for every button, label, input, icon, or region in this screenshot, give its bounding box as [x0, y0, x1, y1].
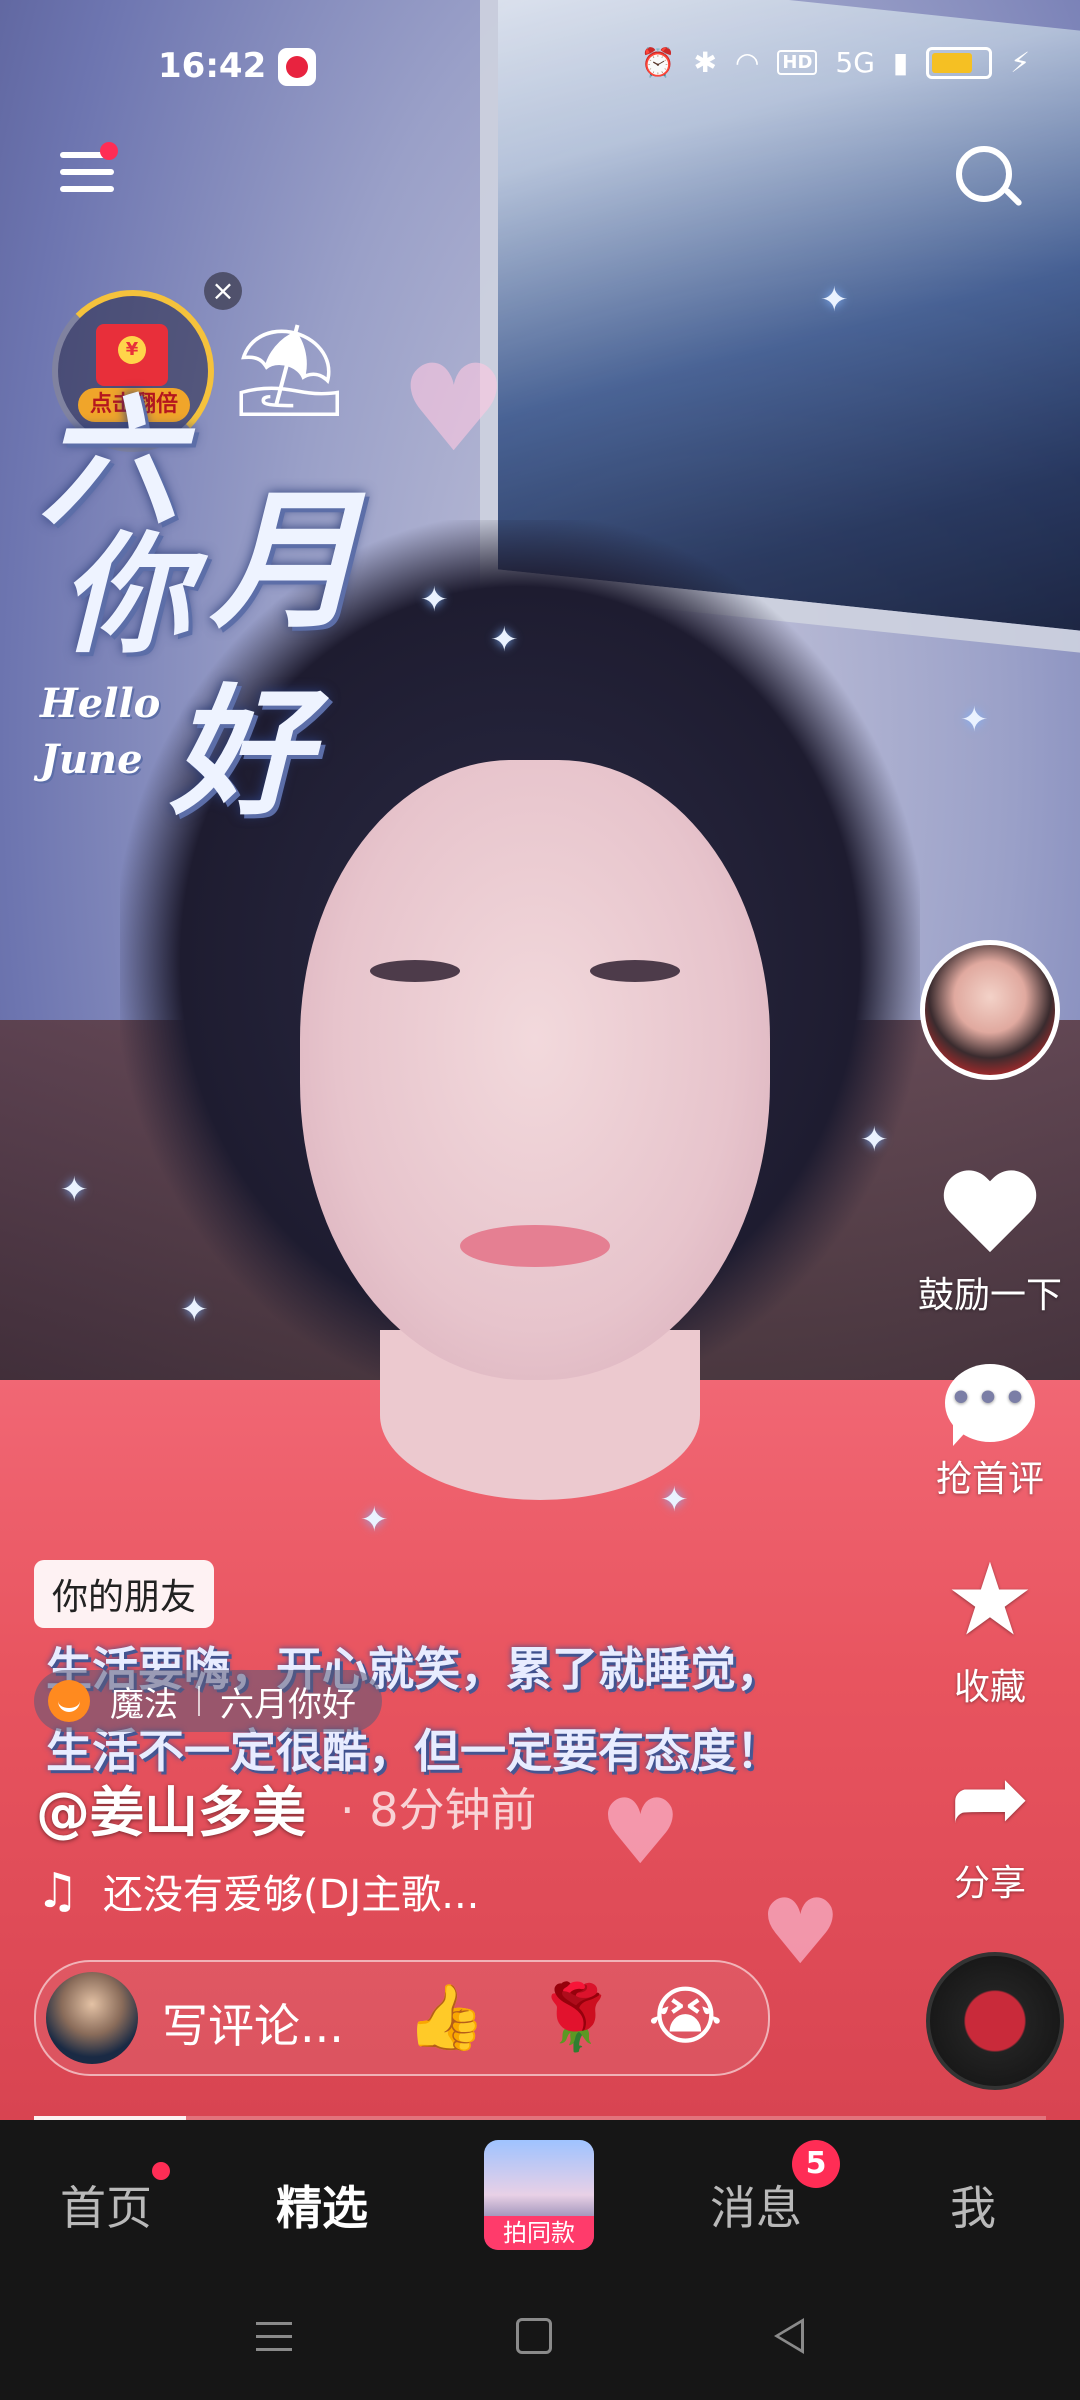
sparkle-effect: ✦	[360, 1500, 389, 1540]
alarm-icon: ⏰	[640, 46, 676, 79]
favorite-button[interactable]: ★ 收藏	[890, 1550, 1080, 1710]
home-notification-dot	[152, 2162, 170, 2180]
screen-record-icon	[278, 48, 316, 86]
comment-icon	[945, 1364, 1035, 1446]
video-subject-eye	[370, 960, 460, 982]
wifi-icon: ◠	[734, 46, 760, 79]
recents-icon[interactable]	[256, 2322, 292, 2352]
effect-name: 六月你好	[220, 1684, 356, 1725]
magic-label: 魔法	[110, 1684, 178, 1725]
star-icon: ★	[945, 1541, 1035, 1658]
sparkle-effect: ✦	[820, 280, 849, 320]
umbrella-icon: ⛱	[232, 318, 347, 423]
status-time: 16:42	[158, 46, 267, 86]
sparkle-effect: ✦	[420, 580, 449, 620]
sparkle-effect: ✦	[960, 700, 989, 740]
sparkle-effect: ✦	[860, 1120, 889, 1160]
like-label: 鼓励一下	[917, 1275, 1062, 1316]
chip-divider	[198, 1686, 200, 1716]
tab-messages[interactable]: 消息	[710, 2172, 802, 2238]
friend-tag: 你的朋友	[34, 1560, 215, 1628]
creator-avatar[interactable]	[920, 940, 1060, 1080]
messages-badge: 5	[792, 2140, 840, 2188]
sparkle-effect: ✦	[60, 1170, 89, 1210]
share-button[interactable]: ➦ 分享	[890, 1750, 1080, 1906]
heart-icon	[942, 1172, 1038, 1258]
tab-featured[interactable]: 精选	[276, 2172, 368, 2238]
home-icon[interactable]	[516, 2318, 552, 2354]
signal-icon: ▮	[892, 46, 909, 79]
favorite-label: 收藏	[953, 1667, 1026, 1708]
magic-icon	[48, 1680, 90, 1722]
heart-decoration: ♥	[400, 340, 508, 479]
battery-icon	[926, 46, 993, 79]
sticker-text-en: June	[40, 736, 143, 783]
sticker-text: 好	[170, 671, 311, 835]
emoji-rose[interactable]: 🌹	[536, 1980, 616, 2055]
sparkle-effect: ✦	[490, 620, 519, 660]
music-title: 还没有爱够(DJ主歌...	[103, 1872, 480, 1918]
comment-input[interactable]: 写评论... 👍 🌹 😭	[34, 1960, 770, 2076]
post-time: · 8分钟前	[340, 1783, 537, 1837]
sparkle-effect: ✦	[660, 1480, 689, 1520]
comment-placeholder: 写评论...	[162, 1999, 344, 2053]
like-button[interactable]: 鼓励一下	[890, 1172, 1080, 1318]
effect-chip[interactable]: 魔法 六月你好	[34, 1670, 382, 1732]
hd-indicator: HD	[777, 50, 818, 75]
video-subject-eye	[590, 960, 680, 982]
create-button[interactable]: 拍同款	[484, 2140, 594, 2250]
video-subject-face	[300, 760, 770, 1380]
music-info[interactable]: ♫ 还没有爱够(DJ主歌...	[36, 1862, 479, 1920]
video-subject-lips	[460, 1225, 610, 1267]
tab-me[interactable]: 我	[950, 2172, 996, 2238]
heart-decoration: ♥	[600, 1780, 681, 1885]
sticker-text: 月	[210, 473, 361, 649]
menu-notification-dot	[100, 142, 118, 160]
tab-home[interactable]: 首页	[60, 2172, 152, 2238]
comment-button[interactable]: 抢首评	[890, 1364, 1080, 1502]
sticker-text-en: Hello	[40, 680, 161, 727]
system-nav-bar	[0, 2270, 1080, 2400]
comment-label: 抢首评	[935, 1459, 1044, 1500]
close-icon[interactable]: ×	[204, 272, 242, 310]
create-label: 拍同款	[484, 2216, 594, 2250]
heart-decoration: ♥	[760, 1880, 841, 1985]
emoji-crying[interactable]: 😭	[648, 1980, 723, 2054]
signal-label: 5G	[835, 46, 875, 79]
author-name[interactable]: @姜山多美	[36, 1768, 306, 1847]
share-label: 分享	[953, 1863, 1026, 1904]
avatar	[46, 1972, 138, 2064]
charging-icon: ⚡	[1010, 46, 1030, 79]
share-icon: ➦	[949, 1742, 1031, 1854]
status-bar: 16:42 ⏰ ✱ ◠ HD 5G ▮ ⚡	[0, 40, 1080, 100]
search-icon[interactable]	[956, 146, 1012, 202]
music-note-icon: ♫	[36, 1863, 80, 1919]
music-disc[interactable]	[926, 1952, 1064, 2090]
emoji-thumbs-up[interactable]: 👍	[406, 1980, 486, 2055]
sparkle-effect: ✦	[180, 1290, 209, 1330]
back-icon[interactable]	[774, 2318, 804, 2354]
bluetooth-icon: ✱	[693, 46, 717, 79]
